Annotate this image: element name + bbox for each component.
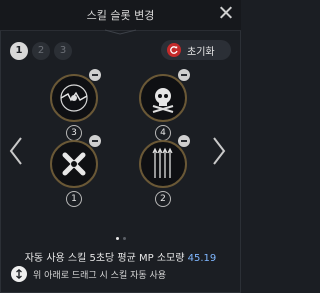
slot-number-badge: 1 (66, 191, 82, 207)
skill-slot-2[interactable] (139, 140, 187, 188)
tab-preset-2[interactable]: 2 (32, 42, 50, 60)
chevron-right-icon[interactable] (211, 136, 227, 166)
reset-button[interactable]: 초기화 (161, 40, 231, 60)
tab-preset-1[interactable]: 1 (10, 42, 28, 60)
crossed-bones-skill-icon (62, 152, 86, 176)
remove-slot-1-button[interactable] (89, 135, 101, 147)
drag-hint: 위 아래로 드래그 시 스킬 자동 사용 (11, 265, 230, 283)
mp-consumption-label: 자동 사용 스킬 5초당 평균 MP 소모량 (24, 253, 185, 264)
reset-label: 초기화 (187, 46, 215, 58)
slot-number-badge: 2 (155, 191, 171, 207)
lightning-ring-skill-icon (60, 84, 88, 112)
arrow-volley-skill-icon (152, 147, 173, 178)
drag-hint-text: 위 아래로 드래그 시 스킬 자동 사용 (33, 270, 167, 281)
skill-slot-1[interactable] (50, 140, 98, 188)
skill-slot-4[interactable] (139, 74, 187, 122)
drag-up-down-icon (11, 266, 27, 282)
header-ornament-icon (104, 29, 137, 35)
carousel-dot-1[interactable] (115, 237, 119, 240)
tab-preset-3[interactable]: 3 (54, 42, 72, 60)
carousel-dot-2[interactable] (122, 237, 126, 240)
slot-number-badge: 4 (155, 125, 171, 141)
preset-tabs: 1 2 3 (10, 42, 72, 60)
slot-number-badge: 3 (66, 125, 82, 141)
remove-slot-3-button[interactable] (89, 69, 101, 81)
remove-slot-4-button[interactable] (178, 69, 190, 81)
mp-consumption-value: 45.19 (187, 253, 217, 264)
skill-slot-3[interactable] (50, 74, 98, 122)
carousel-dots (0, 237, 241, 240)
chevron-left-icon[interactable] (8, 136, 24, 166)
mp-consumption-summary: 자동 사용 스킬 5초당 평균 MP 소모량 45.19 (0, 249, 241, 264)
close-icon[interactable] (219, 5, 233, 19)
reset-icon (167, 43, 181, 57)
panel-header: 스킬 슬롯 변경 (0, 0, 241, 31)
skull-crossbones-skill-icon (152, 88, 174, 113)
panel-title: 스킬 슬롯 변경 (86, 9, 155, 22)
remove-slot-2-button[interactable] (178, 135, 190, 147)
